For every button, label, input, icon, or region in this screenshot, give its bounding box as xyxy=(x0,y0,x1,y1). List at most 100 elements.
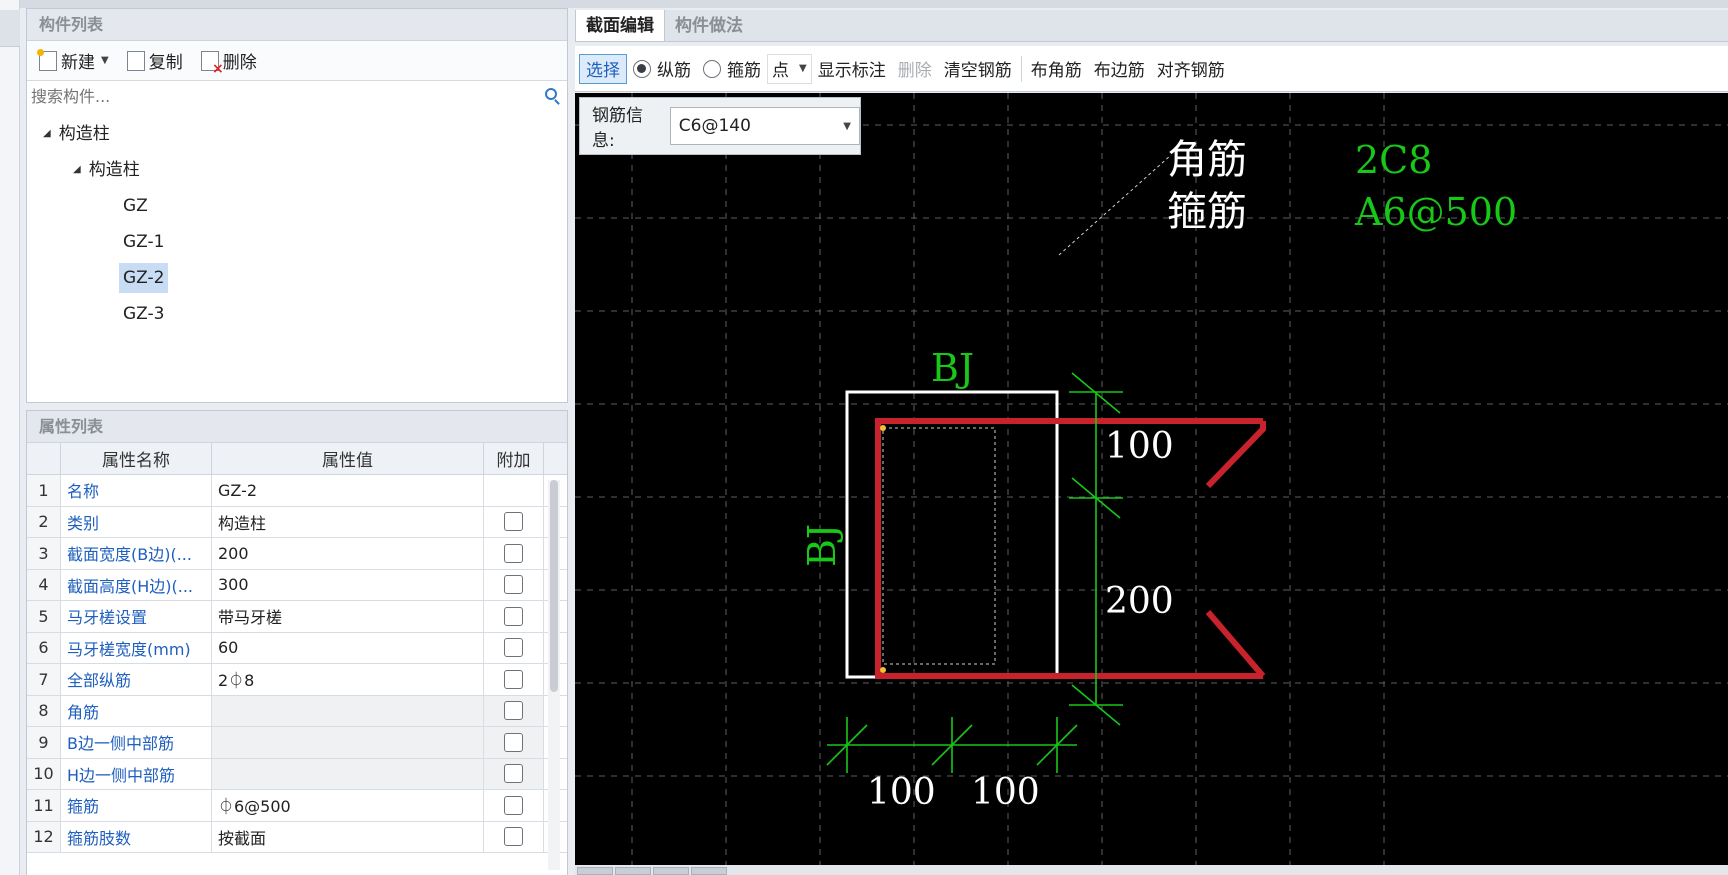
radio-icon[interactable] xyxy=(703,59,721,78)
table-row[interactable]: 9 B边一侧中部筋 xyxy=(27,727,567,759)
clear-rebar-button[interactable]: 清空钢筋 xyxy=(938,54,1018,84)
table-row[interactable]: 7 全部纵筋 2⏀8 xyxy=(27,664,567,696)
property-value[interactable]: 按截面 xyxy=(212,821,484,852)
extra-checkbox[interactable] xyxy=(504,575,523,595)
tree-child[interactable]: ◢ 构造柱 xyxy=(69,155,144,185)
section-canvas[interactable]: 角筋 箍筋 2C8 A6@500 BJ BJ 100 200 100 100 钢… xyxy=(575,93,1728,865)
property-value[interactable]: 构造柱 xyxy=(212,506,484,537)
tree-item-gz-1[interactable]: GZ-1 xyxy=(119,227,168,257)
property-name: 名称 xyxy=(61,475,212,506)
extra-checkbox[interactable] xyxy=(504,795,523,815)
property-value[interactable]: 60 xyxy=(212,632,484,663)
property-value[interactable] xyxy=(212,727,484,758)
property-value[interactable]: 300 xyxy=(212,569,484,600)
dim-right-bottom-text: 200 xyxy=(1105,581,1174,622)
property-name: 角筋 xyxy=(61,695,212,726)
extra-checkbox[interactable] xyxy=(504,512,523,532)
corner-rebar-button[interactable]: 布角筋 xyxy=(1025,54,1088,84)
extra-cell xyxy=(484,506,544,537)
extra-checkbox[interactable] xyxy=(504,827,523,847)
table-row[interactable]: 4 截面高度(H边)(... 300 xyxy=(27,569,567,601)
row-index: 8 xyxy=(27,695,61,726)
copy-button[interactable]: 复制 xyxy=(121,45,189,76)
new-button[interactable]: 新建 ▼ xyxy=(33,45,115,76)
property-list-panel: 属性列表 属性名称 属性值 附加 1 名称 GZ-2 2 类别 构造柱 3 截面宽度(B边)(… xyxy=(26,410,568,875)
align-rebar-button[interactable]: 对齐钢筋 xyxy=(1151,54,1231,84)
property-name: H边一侧中部筋 xyxy=(61,758,212,789)
select-button[interactable]: 选择 xyxy=(579,53,627,84)
new-button-label: 新建 xyxy=(61,53,95,73)
property-name: 箍筋肢数 xyxy=(61,821,212,852)
left-edge-panel xyxy=(0,0,20,875)
table-row[interactable]: 1 名称 GZ-2 xyxy=(27,475,567,507)
extra-cell xyxy=(484,632,544,663)
delete-rebar-button[interactable]: 删除 xyxy=(892,54,938,84)
scrollbar-thumb[interactable] xyxy=(550,480,558,692)
bottom-tab-1[interactable] xyxy=(577,867,613,875)
property-value[interactable]: 2⏀8 xyxy=(212,664,484,695)
bottom-tab-2[interactable] xyxy=(615,867,651,875)
extra-cell xyxy=(484,601,544,632)
collapse-icon[interactable]: ◢ xyxy=(43,120,51,148)
property-value[interactable]: 带马牙槎 xyxy=(212,601,484,632)
extra-cell xyxy=(484,538,544,569)
point-dropdown[interactable]: 点 ▼ xyxy=(767,53,812,84)
extra-checkbox[interactable] xyxy=(504,669,523,689)
radio-selected-icon[interactable] xyxy=(633,59,651,78)
property-value[interactable] xyxy=(212,758,484,789)
tab-component-method[interactable]: 构件做法 xyxy=(665,10,753,41)
tree-item-gz-3[interactable]: GZ-3 xyxy=(119,299,168,329)
stirrup-hook-bottom xyxy=(1205,610,1266,678)
property-value[interactable]: 200 xyxy=(212,538,484,569)
component-toolbar: 新建 ▼ 复制 删除 xyxy=(27,41,567,81)
stirrup-radio[interactable]: 箍筋 xyxy=(697,54,767,84)
property-value[interactable]: ⏀6@500 xyxy=(212,790,484,821)
show-annotation-button[interactable]: 显示标注 xyxy=(812,54,892,84)
table-row[interactable]: 8 角筋 xyxy=(27,695,567,727)
delete-icon xyxy=(200,50,224,76)
row-index: 6 xyxy=(27,632,61,663)
property-value[interactable] xyxy=(212,695,484,726)
extra-checkbox[interactable] xyxy=(504,701,523,721)
collapse-icon[interactable]: ◢ xyxy=(73,156,81,184)
tree-item-label: GZ-1 xyxy=(123,232,165,252)
extra-checkbox[interactable] xyxy=(504,606,523,626)
top-edge-label: BJ xyxy=(931,346,974,390)
edge-rebar-button[interactable]: 布边筋 xyxy=(1088,54,1151,84)
table-row[interactable]: 2 类别 构造柱 xyxy=(27,506,567,538)
tab-section-edit[interactable]: 截面编辑 xyxy=(575,10,665,41)
property-table-header: 属性名称 属性值 附加 xyxy=(27,443,567,475)
header-index xyxy=(27,443,61,474)
header-extra: 附加 xyxy=(484,443,544,474)
delete-button-label: 删除 xyxy=(222,53,257,73)
chevron-down-icon[interactable]: ▼ xyxy=(101,55,109,66)
bottom-tab-3[interactable] xyxy=(653,867,689,875)
stirrup-hook-top xyxy=(1205,421,1266,489)
extra-checkbox[interactable] xyxy=(504,764,523,784)
extra-cell xyxy=(484,790,544,821)
bottom-tab-4[interactable] xyxy=(691,867,727,875)
extra-checkbox[interactable] xyxy=(504,543,523,563)
row-index: 4 xyxy=(27,569,61,600)
table-row[interactable]: 6 马牙槎宽度(mm) 60 xyxy=(27,632,567,664)
extra-checkbox[interactable] xyxy=(504,732,523,752)
table-row[interactable]: 3 截面宽度(B边)(... 200 xyxy=(27,538,567,570)
row-index: 1 xyxy=(27,475,61,506)
row-index: 3 xyxy=(27,538,61,569)
table-row[interactable]: 11 箍筋 ⏀6@500 xyxy=(27,790,567,822)
search-icon[interactable] xyxy=(545,88,557,100)
table-row[interactable]: 12 箍筋肢数 按截面 xyxy=(27,821,567,853)
property-value[interactable]: GZ-2 xyxy=(212,475,484,506)
corner-rebar-top xyxy=(880,425,886,431)
table-row[interactable]: 10 H边一侧中部筋 xyxy=(27,758,567,790)
search-input[interactable] xyxy=(27,81,567,111)
property-scrollbar[interactable] xyxy=(548,480,560,870)
tree-item-gz[interactable]: GZ xyxy=(119,191,152,221)
table-row[interactable]: 5 马牙槎设置 带马牙槎 xyxy=(27,601,567,633)
tree-root[interactable]: ◢ 构造柱 xyxy=(39,119,114,149)
rebar-info-select[interactable]: C6@140 ▼ xyxy=(669,107,860,145)
extra-checkbox[interactable] xyxy=(504,638,523,658)
tree-item-gz-2[interactable]: GZ-2 xyxy=(119,263,169,293)
delete-button[interactable]: 删除 xyxy=(195,45,263,76)
longitudinal-radio[interactable]: 纵筋 xyxy=(627,54,697,84)
